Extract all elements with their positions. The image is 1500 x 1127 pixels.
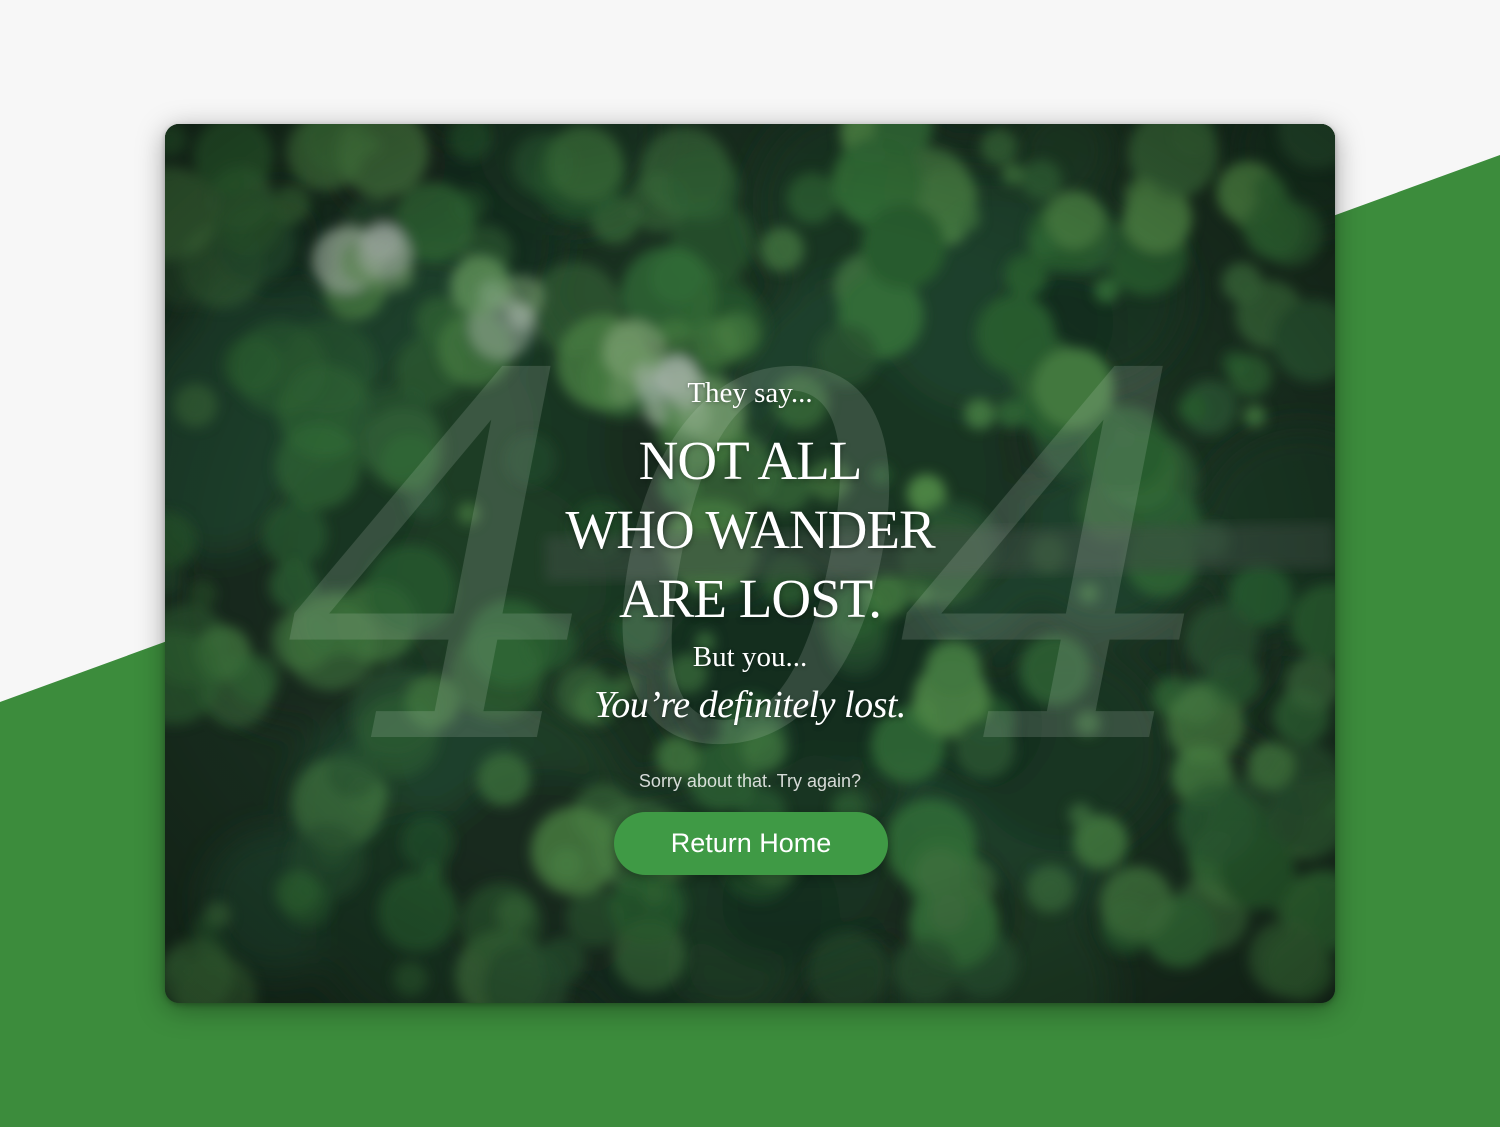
headline: NOT ALL WHO WANDER ARE LOST. — [165, 426, 1335, 633]
sorry-text: Sorry about that. Try again? — [638, 771, 862, 791]
eyebrow-text: They say... — [687, 377, 813, 409]
headline-line-1: NOT ALL — [638, 430, 863, 491]
return-home-button[interactable]: Return Home — [614, 812, 888, 875]
headline-line-2: WHO WANDER — [565, 499, 935, 560]
headline-line-3: ARE LOST. — [619, 568, 882, 629]
lost-text: You’re definitely lost. — [594, 684, 906, 726]
but-you-text: But you... — [692, 641, 808, 673]
error-card: 404 They say... NOT ALL WHO WANDER ARE L… — [165, 124, 1335, 1003]
message-block: They say... NOT ALL WHO WANDER ARE LOST.… — [165, 124, 1335, 1003]
